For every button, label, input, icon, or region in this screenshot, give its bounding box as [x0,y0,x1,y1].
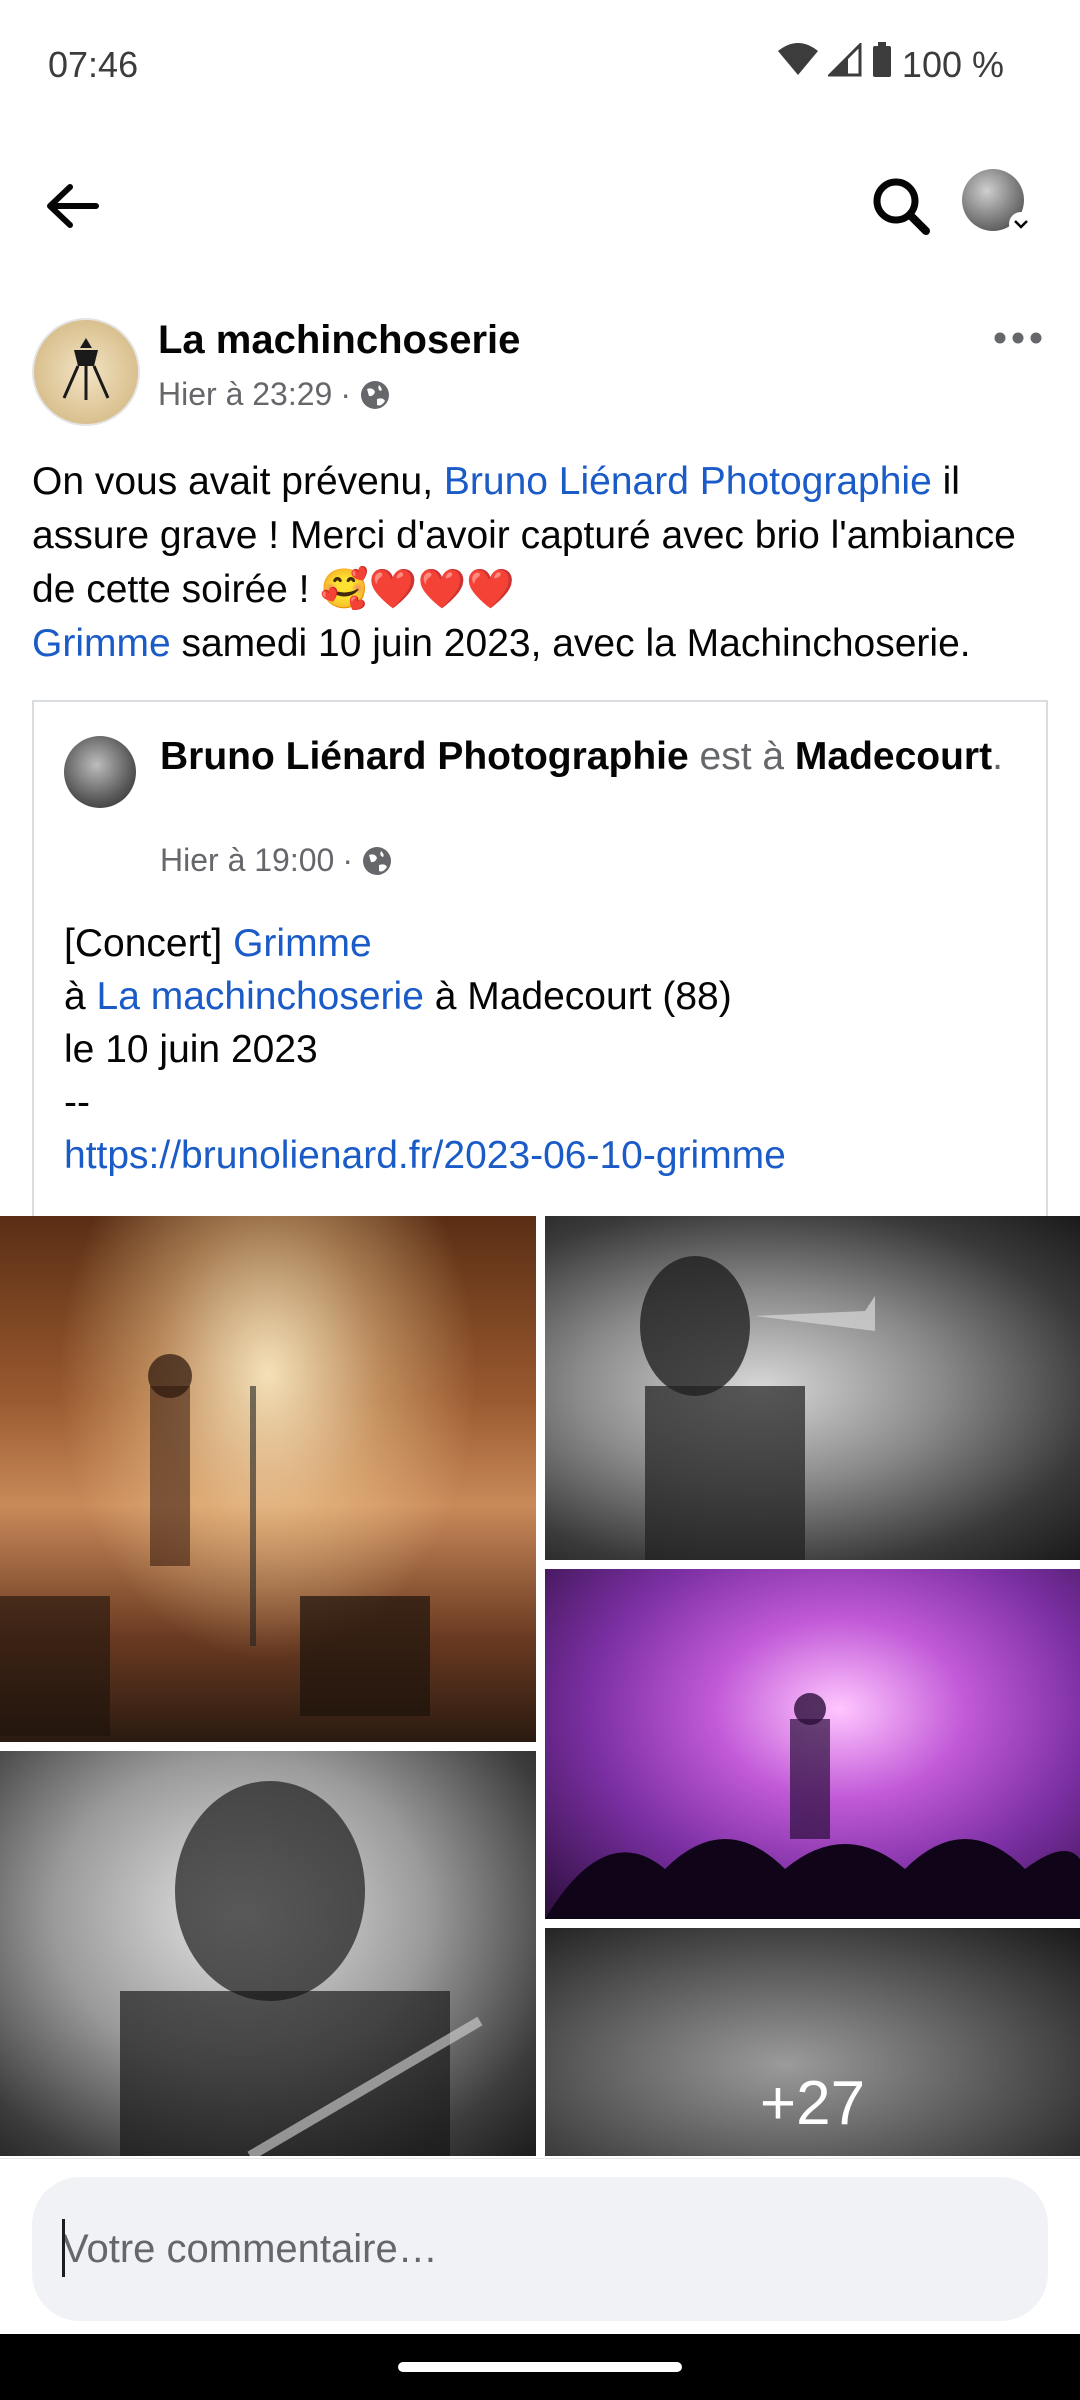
status-icons: 100 % [777,41,1004,87]
shared-line2-prefix: à [64,975,97,1018]
text-caret [62,2219,65,2277]
battery-level: 100 % [901,43,1004,85]
shared-is-at: est à [688,735,795,778]
shared-venue-link[interactable]: La machinchoserie [97,975,424,1018]
shared-author-name[interactable]: Bruno Liénard Photographie [160,735,689,778]
shared-grimme-link[interactable]: Grimme [233,922,372,965]
chevron-down-icon [1009,212,1033,236]
mention-grimme-link[interactable]: Grimme [32,622,171,665]
globe-icon [362,846,391,875]
shared-line-4: -- [64,1081,90,1124]
home-indicator[interactable] [398,2362,682,2372]
shared-line-1: [Concert] Grimme [64,917,1024,970]
globe-icon [360,380,389,409]
shared-timestamp[interactable]: Hier à 19:00 [160,842,334,879]
more-options-button[interactable] [988,318,1048,358]
shared-author-avatar[interactable] [64,736,136,808]
more-dots-icon [994,332,1042,344]
top-bar [0,135,1080,275]
shared-post-body: [Concert] Grimme à La machinchoserie à M… [64,917,1024,1182]
trumpet-player-silhouette [640,1256,875,1560]
photo-trumpet-bw[interactable] [545,1216,1080,1560]
status-bar: 07:46 100 % [0,0,1080,135]
shared-line2-suffix: à Madecourt (88) [423,975,732,1018]
shared-meta-separator: · [342,842,353,878]
page-avatar[interactable] [32,318,140,426]
search-icon [873,178,930,235]
photo-stage-purple[interactable] [545,1569,1080,1919]
comment-area [0,2158,1080,2335]
search-button[interactable] [866,171,936,241]
guitarist-closeup-silhouette [120,1781,483,2156]
back-button[interactable] [38,171,108,241]
comment-input[interactable] [32,2177,1048,2321]
shared-location[interactable]: Madecourt [795,735,992,778]
post-text-part3: samedi 10 juin 2023, avec la Machinchose… [170,622,971,665]
signal-icon [826,41,862,86]
shared-line1-prefix: [Concert] [64,922,234,965]
stage-crowd-silhouette [545,1693,1080,1919]
battery-icon [872,42,892,87]
photo-guitarist-closeup-bw[interactable] [0,1751,536,2156]
mention-photographer-link[interactable]: Bruno Liénard Photographie [444,460,932,503]
photo-concert-stage-warm[interactable] [0,1216,536,1742]
shared-line-3: le 10 juin 2023 [64,1028,318,1071]
guitarist-silhouette [0,1354,430,1736]
photo-more[interactable]: +27 [545,1928,1080,2156]
shared-period: . [992,735,1003,778]
post-timestamp[interactable]: Hier à 23:29 [158,376,332,413]
status-time: 07:46 [48,44,139,85]
meta-separator: · [340,376,351,412]
post-text-part1: On vous avait prévenu, [32,460,444,503]
shared-url-link[interactable]: https://brunolienard.fr/2023-06-10-grimm… [64,1134,786,1177]
shared-post-header: Bruno Liénard Photographie est à Madecou… [160,732,1020,782]
more-photos-count: +27 [759,2069,866,2138]
post-text: On vous avait prévenu, Bruno Liénard Pho… [32,455,1048,671]
post-meta: Hier à 23:29 · [158,376,391,413]
logo-icon [62,338,110,400]
shared-line-2: à La machinchoserie à Madecourt (88) [64,970,1024,1023]
post-header: La machinchoserie Hier à 23:29 · [32,318,1048,428]
photo-grid: +27 [0,1216,1080,2156]
wifi-icon [777,43,818,86]
profile-menu-button[interactable] [962,169,1034,241]
page-name[interactable]: La machinchoserie [158,318,520,363]
system-nav-bar [0,2334,1080,2400]
shared-post-card[interactable]: Bruno Liénard Photographie est à Madecou… [32,700,1048,1220]
arrow-left-icon [47,184,99,228]
shared-post-meta: Hier à 19:00 · [160,842,393,879]
